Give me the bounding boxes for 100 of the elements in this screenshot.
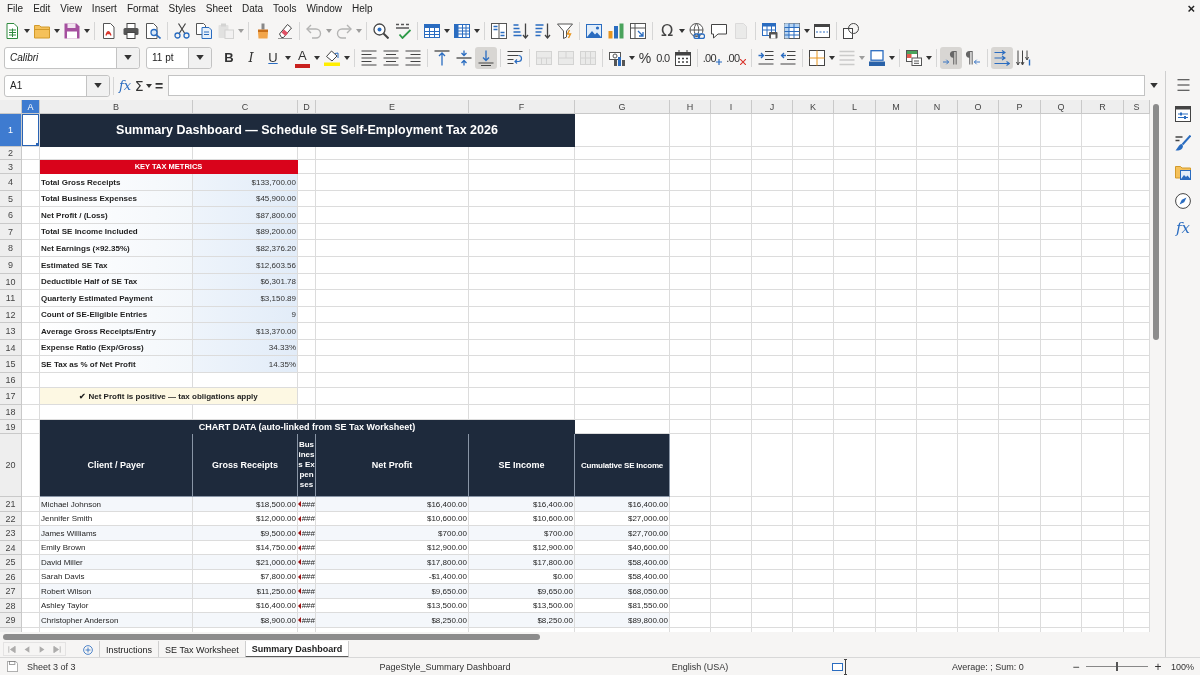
- zoom-out-button[interactable]: −: [1070, 659, 1082, 674]
- row-header[interactable]: 22: [0, 512, 22, 526]
- formula-input[interactable]: [168, 75, 1145, 96]
- row-header[interactable]: 6: [0, 207, 22, 224]
- sort-ascending-icon[interactable]: [513, 22, 529, 39]
- row-header[interactable]: 23: [0, 526, 22, 541]
- row-header[interactable]: 29: [0, 613, 22, 628]
- indent-increase-icon[interactable]: [757, 49, 774, 66]
- row-header[interactable]: 28: [0, 599, 22, 613]
- dropdown-caret-icon[interactable]: [343, 55, 350, 60]
- filter-icon[interactable]: [557, 22, 573, 39]
- dropdown-caret-icon[interactable]: [804, 28, 810, 33]
- dropdown-caret-icon[interactable]: [925, 55, 932, 60]
- bold-button[interactable]: B: [218, 46, 240, 69]
- row-header[interactable]: 7: [0, 224, 22, 240]
- menu-item[interactable]: Tools: [268, 3, 302, 14]
- column-header[interactable]: I: [711, 100, 752, 114]
- underline-button[interactable]: U: [262, 46, 284, 69]
- chart-icon[interactable]: [608, 22, 624, 39]
- row-header[interactable]: 25: [0, 555, 22, 570]
- column-header[interactable]: R: [1082, 100, 1124, 114]
- rows-grid-icon[interactable]: [424, 22, 440, 39]
- highlight-icon[interactable]: [323, 49, 340, 66]
- row-header[interactable]: 19: [0, 420, 22, 434]
- delete-decimal-button[interactable]: .00: [724, 46, 748, 69]
- dropdown-caret-icon[interactable]: [828, 55, 835, 60]
- row-header[interactable]: 18: [0, 405, 22, 420]
- dropdown-caret-icon[interactable]: [888, 55, 895, 60]
- menu-item[interactable]: Sheet: [200, 3, 237, 14]
- column-header[interactable]: Q: [1041, 100, 1082, 114]
- properties-icon[interactable]: [1175, 106, 1191, 122]
- name-box[interactable]: A1: [4, 74, 110, 97]
- dropdown-caret-icon[interactable]: [146, 83, 153, 88]
- row-header[interactable]: 14: [0, 340, 22, 356]
- left-to-right-button[interactable]: ¶: [939, 46, 962, 69]
- row-header[interactable]: 5: [0, 191, 22, 207]
- row-header[interactable]: 12: [0, 307, 22, 323]
- cut-icon[interactable]: [174, 22, 190, 39]
- row-header[interactable]: 2: [0, 147, 22, 160]
- pivot-table-icon[interactable]: [630, 22, 646, 39]
- image-icon[interactable]: [586, 22, 602, 39]
- column-header[interactable]: F: [469, 100, 575, 114]
- menu-item[interactable]: Edit: [28, 3, 56, 14]
- menu-item[interactable]: Insert: [86, 3, 122, 14]
- column-header[interactable]: L: [834, 100, 876, 114]
- sidebar-menu-icon[interactable]: [1176, 79, 1190, 91]
- column-header[interactable]: B: [40, 100, 193, 114]
- column-header[interactable]: S: [1124, 100, 1150, 114]
- dropdown-caret-icon[interactable]: [84, 28, 90, 33]
- font-name-field[interactable]: Calibri: [4, 46, 140, 69]
- sheet-tab[interactable]: SE Tax Worksheet: [158, 641, 245, 658]
- column-header[interactable]: P: [999, 100, 1041, 114]
- copy-icon[interactable]: [196, 22, 212, 39]
- freeze-icon[interactable]: [784, 22, 800, 39]
- selection-mode-icon[interactable]: [832, 658, 848, 675]
- row-header[interactable]: 10: [0, 274, 22, 290]
- column-header[interactable]: E: [316, 100, 469, 114]
- scrollbar-thumb[interactable]: [1153, 104, 1159, 340]
- column-header[interactable]: J: [752, 100, 793, 114]
- close-button[interactable]: ×: [1187, 2, 1195, 15]
- dropdown-caret-icon[interactable]: [24, 28, 30, 33]
- menu-item[interactable]: File: [2, 3, 29, 14]
- italic-button[interactable]: I: [240, 46, 262, 69]
- font-color-button[interactable]: A: [295, 47, 310, 68]
- align-bottom-button[interactable]: [474, 46, 497, 69]
- eraser-icon[interactable]: [277, 22, 293, 39]
- column-header[interactable]: D: [298, 100, 316, 114]
- font-size-field[interactable]: 11 pt: [146, 46, 212, 69]
- menu-item[interactable]: View: [55, 3, 87, 14]
- indent-decrease-icon[interactable]: [779, 49, 796, 66]
- expand-caret-icon[interactable]: [1150, 83, 1158, 88]
- paintbrush-icon[interactable]: [255, 22, 271, 39]
- zoom-in-button[interactable]: +: [1152, 659, 1164, 674]
- row-header[interactable]: 27: [0, 584, 22, 599]
- menu-item[interactable]: Styles: [163, 3, 201, 14]
- row-header[interactable]: 4: [0, 174, 22, 191]
- gallery-icon[interactable]: [1175, 164, 1191, 180]
- save-icon[interactable]: [64, 22, 80, 39]
- spellcheck-icon[interactable]: [395, 22, 411, 39]
- dropdown-caret-icon[interactable]: [94, 83, 102, 88]
- dropdown-caret-icon[interactable]: [444, 28, 450, 33]
- row-header[interactable]: 15: [0, 356, 22, 373]
- row-header[interactable]: 20: [0, 434, 22, 497]
- special-character-button[interactable]: Ω: [656, 19, 678, 42]
- row-header[interactable]: 11: [0, 290, 22, 307]
- add-decimal-button[interactable]: .00: [700, 46, 725, 69]
- border-color-icon[interactable]: [868, 49, 885, 66]
- row-header[interactable]: 13: [0, 323, 22, 340]
- column-header[interactable]: C: [193, 100, 298, 114]
- row-header[interactable]: 8: [0, 240, 22, 257]
- calendar-icon[interactable]: [674, 49, 691, 66]
- horizontal-text-button[interactable]: [990, 46, 1013, 69]
- print-icon[interactable]: [123, 22, 139, 39]
- sum-button[interactable]: Σ: [133, 74, 146, 97]
- row-header[interactable]: 9: [0, 257, 22, 274]
- dropdown-caret-icon[interactable]: [124, 55, 132, 60]
- sort-icon[interactable]: [491, 22, 507, 39]
- column-header[interactable]: K: [793, 100, 834, 114]
- sort-descending-icon[interactable]: [535, 22, 551, 39]
- hyperlink-icon[interactable]: [689, 22, 705, 39]
